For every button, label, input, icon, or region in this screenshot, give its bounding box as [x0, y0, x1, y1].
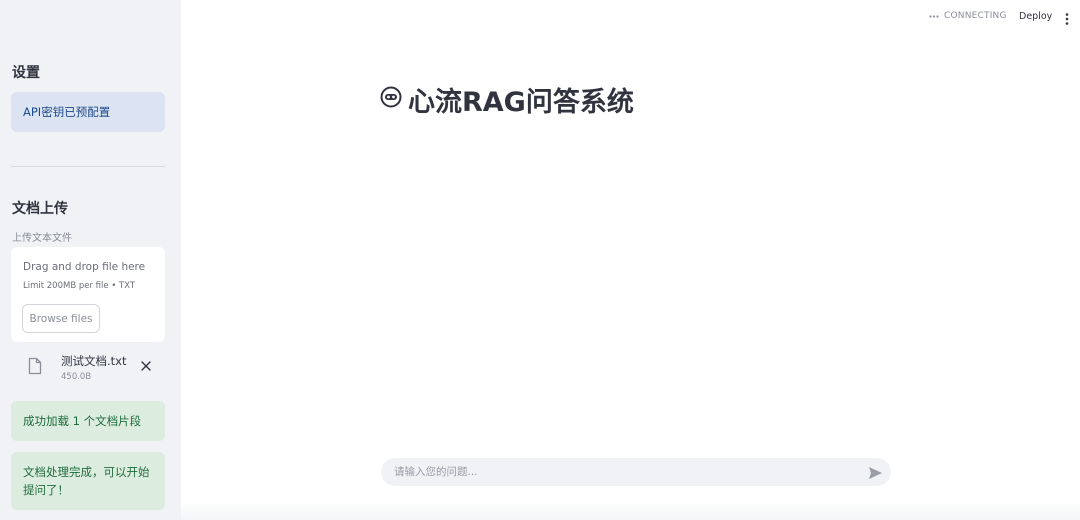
- file-icon: [28, 357, 42, 379]
- chat-input[interactable]: [381, 458, 841, 486]
- uploader-label: 上传文本文件: [12, 233, 72, 244]
- success-alert-ready-text: 文档处理完成，可以开始提问了！: [23, 465, 150, 497]
- dropzone-title: Drag and drop file here: [23, 261, 146, 273]
- main-menu-icon[interactable]: [1063, 11, 1071, 25]
- sidebar-divider: [11, 166, 165, 167]
- robot-face-icon: [380, 84, 402, 115]
- api-key-info-alert: API密钥已预配置: [11, 92, 165, 132]
- remove-file-icon[interactable]: [138, 358, 154, 374]
- send-icon[interactable]: [868, 465, 883, 479]
- browse-files-button[interactable]: Browse files: [22, 304, 100, 333]
- deploy-button[interactable]: Deploy: [1019, 11, 1052, 22]
- page-title-text: 心流RAG问答系统: [408, 87, 634, 118]
- success-alert-loaded-text: 成功加载 1 个文档片段: [23, 414, 142, 428]
- connection-status-text: CONNECTING: [944, 11, 1007, 21]
- page-title: 心流RAG问答系统: [380, 80, 634, 119]
- connection-status: CONNECTING: [929, 11, 1007, 21]
- chat-input-container: [381, 458, 891, 486]
- uploaded-file-size: 450.0B: [61, 372, 92, 382]
- api-key-info-text: API密钥已预配置: [23, 105, 111, 119]
- sidebar: 设置 API密钥已预配置 文档上传 上传文本文件 Drag and drop f…: [0, 0, 181, 520]
- status-dots-icon: [929, 11, 939, 21]
- upload-heading: 文档上传: [12, 201, 68, 217]
- uploaded-file-name: 测试文档.txt: [61, 354, 127, 368]
- success-alert-ready: 文档处理完成，可以开始提问了！: [11, 452, 165, 510]
- success-alert-loaded: 成功加载 1 个文档片段: [11, 401, 165, 441]
- file-dropzone[interactable]: Drag and drop file here Limit 200MB per …: [11, 247, 165, 342]
- bottom-fade: [181, 500, 1080, 520]
- settings-heading: 设置: [12, 65, 40, 81]
- dropzone-limit: Limit 200MB per file • TXT: [23, 281, 136, 291]
- app-root: 设置 API密钥已预配置 文档上传 上传文本文件 Drag and drop f…: [0, 0, 1080, 520]
- uploaded-file-row: 测试文档.txt 450.0B: [11, 348, 165, 388]
